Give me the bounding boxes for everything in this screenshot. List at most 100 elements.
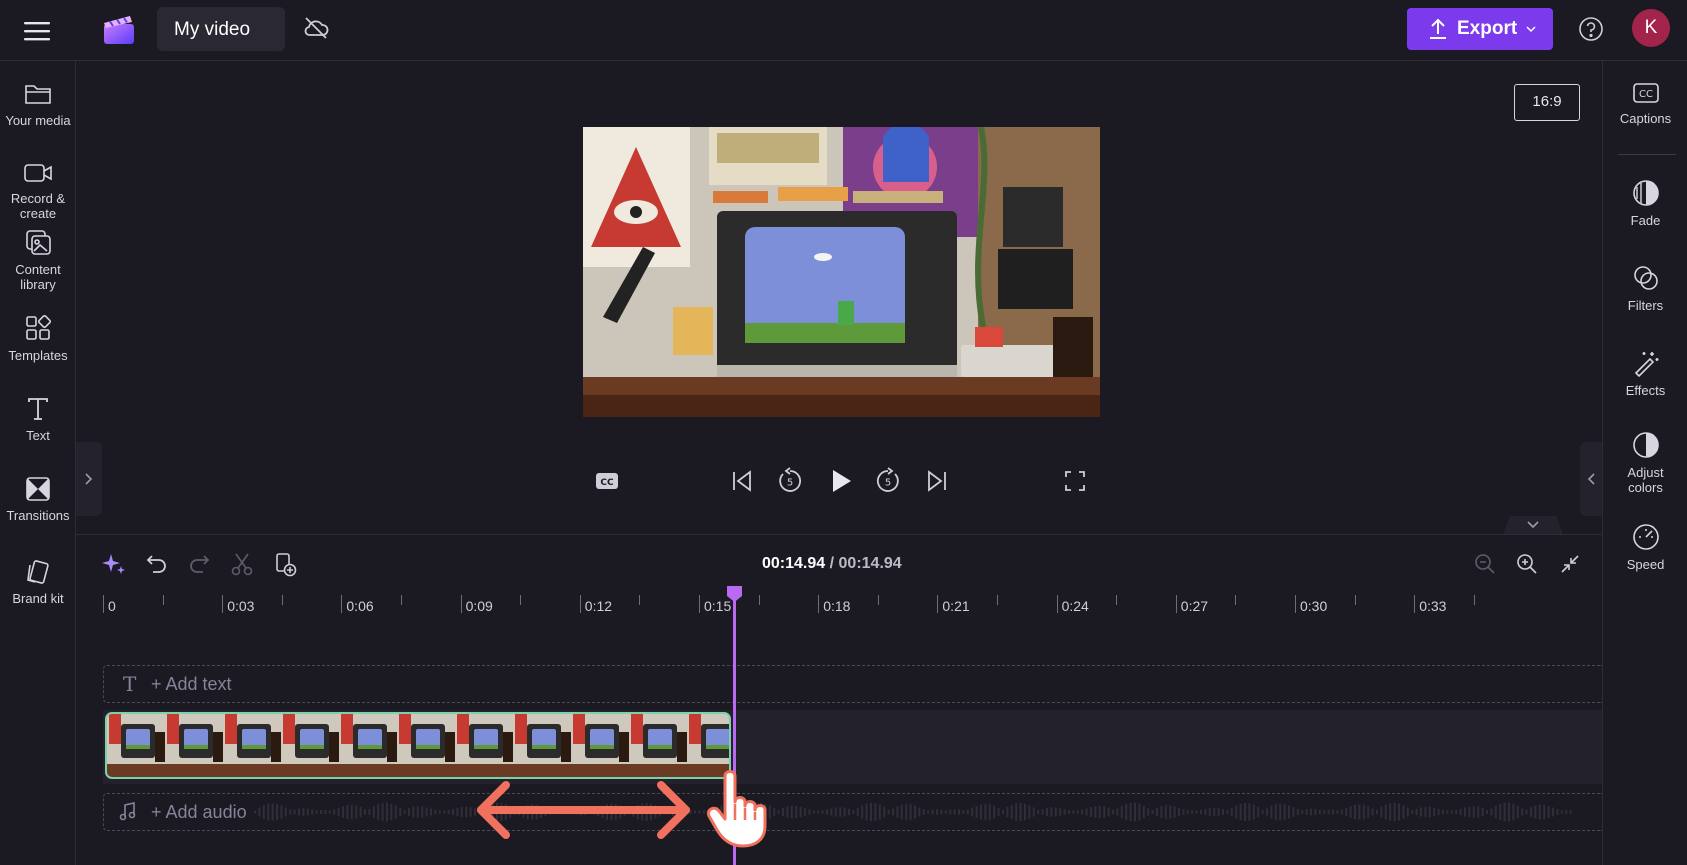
- ruler-minor-tick: [639, 595, 641, 605]
- fullscreen-icon[interactable]: [1060, 466, 1090, 496]
- ruler-tick: [1175, 595, 1177, 613]
- ruler-label: 0:12: [584, 598, 613, 614]
- adjust-colors-icon: [1632, 432, 1659, 458]
- ruler-tick: [460, 595, 462, 613]
- ruler-minor-tick: [997, 595, 998, 605]
- captions-toggle-icon[interactable]: CC: [592, 466, 622, 496]
- chevron-right-icon: [85, 473, 93, 485]
- ruler-label: 0:30: [1300, 598, 1328, 614]
- expand-left-panel-button[interactable]: [76, 442, 102, 516]
- ruler-tick: [579, 595, 581, 613]
- content-library-icon: [26, 230, 51, 255]
- sidebar-item-text[interactable]: Text: [0, 396, 76, 443]
- templates-icon: [26, 314, 52, 340]
- ruler-tick: [222, 595, 224, 613]
- sidebar-item-label: Record & create: [10, 191, 66, 221]
- export-label: Export: [1457, 18, 1518, 39]
- add-audio-label: + Add audio: [151, 802, 247, 822]
- play-icon[interactable]: [825, 466, 855, 496]
- sidebar-item-effects[interactable]: Effects: [1603, 349, 1687, 398]
- sidebar-item-fade[interactable]: Fade: [1603, 179, 1687, 228]
- ruler-label: 0:03: [227, 598, 255, 614]
- ruler-label: 0:21: [942, 598, 970, 614]
- playhead-handle[interactable]: [726, 585, 743, 603]
- clip-thumbnail: [107, 714, 165, 777]
- sidebar-item-label: Brand kit: [12, 591, 64, 606]
- clip-thumbnail: [397, 714, 455, 777]
- clip-thumbnail: [455, 714, 513, 777]
- svg-text:CC: CC: [1639, 89, 1653, 100]
- sidebar-item-transitions[interactable]: Transitions: [0, 476, 76, 523]
- ruler-minor-tick: [1354, 595, 1356, 605]
- collapse-right-panel-button[interactable]: [1580, 442, 1602, 516]
- ruler-tick: [341, 595, 343, 613]
- add-audio-track[interactable]: + Add audio: [103, 793, 1602, 831]
- clipchamp-logo-icon[interactable]: [101, 11, 137, 47]
- chevron-down-icon: [1526, 26, 1536, 33]
- effects-icon: [1634, 352, 1658, 377]
- right-sidebar: CC Captions Fade Filters Effects Adjust …: [1602, 61, 1687, 865]
- svg-text:5: 5: [885, 478, 891, 489]
- rewind-5-icon[interactable]: 5: [775, 466, 805, 496]
- add-text-label: + Add text: [151, 674, 232, 694]
- clip-thumbnail: [571, 714, 629, 777]
- brand-kit-icon: [27, 560, 49, 584]
- ruler-label: 0:27: [1180, 598, 1209, 614]
- hamburger-menu-icon[interactable]: [22, 16, 52, 46]
- video-preview[interactable]: [583, 127, 1100, 417]
- sidebar-item-label: Content library: [15, 262, 61, 292]
- ruler-label: 0: [108, 598, 116, 614]
- captions-icon: CC: [1632, 83, 1659, 103]
- folder-icon: [25, 85, 51, 104]
- video-clip[interactable]: [105, 712, 731, 779]
- music-note-icon: [119, 802, 136, 821]
- drag-arrow-icon: [477, 781, 690, 839]
- sidebar-item-filters[interactable]: Filters: [1603, 264, 1687, 313]
- skip-to-end-icon[interactable]: [922, 466, 952, 496]
- project-title[interactable]: My video: [157, 7, 285, 51]
- add-text-track[interactable]: T + Add text: [103, 665, 1602, 703]
- sidebar-item-your-media[interactable]: Your media: [0, 81, 76, 128]
- ruler-label: 0:09: [465, 598, 493, 614]
- skip-to-start-icon[interactable]: [727, 466, 757, 496]
- avatar[interactable]: K: [1632, 9, 1670, 47]
- timeline: 00:14.94 / 00:14.94 0 0:03 0:06 0:09 0:12 0:1…: [76, 534, 1602, 865]
- ruler-minor-tick: [758, 595, 760, 605]
- timeline-ruler[interactable]: 0 0:03 0:06 0:09 0:12 0:15 0:18 0:21 0:24 0:27 0:3…: [76, 535, 1602, 625]
- sidebar-item-label: Filters: [1627, 298, 1664, 313]
- clip-thumbnail: [281, 714, 339, 777]
- sidebar-item-label: Adjust colors: [1627, 465, 1664, 495]
- ruler-minor-tick: [1473, 595, 1475, 605]
- aspect-ratio-button[interactable]: 16:9: [1514, 84, 1580, 121]
- ruler-label: 0:24: [1061, 598, 1089, 614]
- audio-waveform-placeholder: [254, 802, 1572, 822]
- video-camera-icon: [24, 164, 52, 182]
- speed-icon: [1632, 524, 1659, 550]
- sidebar-item-templates[interactable]: Templates: [0, 314, 76, 363]
- collapse-timeline-button[interactable]: [1500, 512, 1566, 534]
- chevron-down-icon: [1503, 516, 1563, 534]
- sidebar-item-content-library[interactable]: Content library: [0, 228, 76, 292]
- filters-icon: [1633, 266, 1658, 290]
- svg-text:5: 5: [787, 478, 793, 489]
- transitions-icon: [26, 477, 50, 501]
- clip-thumbnail: [513, 714, 571, 777]
- cloud-off-icon[interactable]: [302, 14, 330, 42]
- forward-5-icon[interactable]: 5: [873, 466, 903, 496]
- sidebar-item-adjust-colors[interactable]: Adjust colors: [1603, 431, 1687, 495]
- export-button[interactable]: Export: [1407, 8, 1553, 50]
- ruler-tick: [1295, 595, 1296, 613]
- sidebar-item-brand-kit[interactable]: Brand kit: [0, 559, 76, 606]
- ruler-tick: [818, 595, 820, 613]
- help-icon[interactable]: [1578, 16, 1604, 42]
- sidebar-item-label: Effects: [1625, 383, 1666, 398]
- ruler-minor-tick: [1116, 595, 1118, 605]
- clip-thumbnail: [339, 714, 397, 777]
- ruler-minor-tick: [401, 595, 402, 605]
- sidebar-item-speed[interactable]: Speed: [1603, 523, 1687, 572]
- sidebar-item-label: Transitions: [6, 508, 70, 523]
- sidebar-item-record-create[interactable]: Record & create: [0, 161, 76, 221]
- clip-thumbnail: [223, 714, 281, 777]
- sidebar-item-captions[interactable]: CC Captions: [1603, 81, 1687, 126]
- ruler-tick: [103, 595, 104, 613]
